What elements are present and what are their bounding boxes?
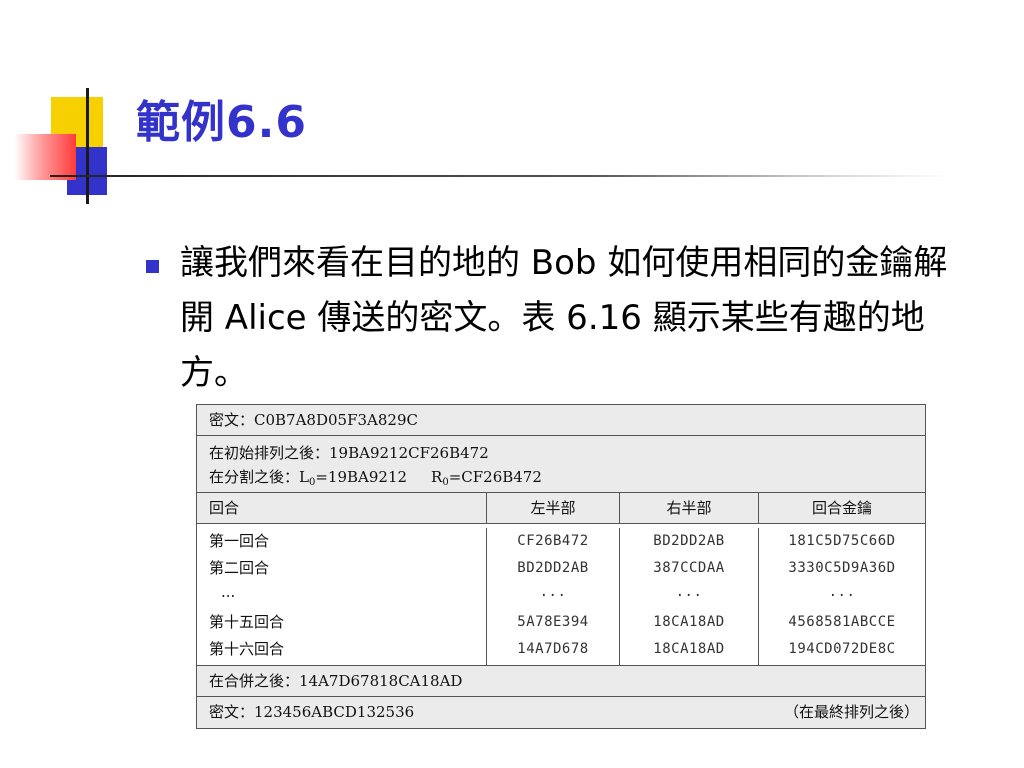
ciphertext-row: 密文：C0B7A8D05F3A829C [197, 405, 925, 436]
final-plaintext-row: 密文：123456ABCD132536 （在最終排列之後） [197, 697, 925, 728]
r0-value: =CF26B472 [448, 468, 542, 486]
initial-permutation-row: 在初始排列之後：19BA9212CF26B472 在分割之後：L0=19BA92… [197, 436, 925, 493]
round-key-ellipsis: ... [828, 584, 856, 600]
header-round-key: 回合金鑰 [811, 499, 872, 517]
round-key-column: 181C5D75C66D 3330C5D9A36D ... 4568581ABC… [759, 528, 925, 665]
right-half-value: BD2DD2AB [653, 533, 725, 549]
round-name: 第十六回合 [209, 640, 285, 658]
ciphertext-text: 密文：C0B7A8D05F3A829C [209, 411, 418, 429]
left-half-value: CF26B472 [517, 533, 589, 549]
round-key-value: 181C5D75C66D [788, 533, 896, 549]
round-key-value: 194CD072DE8C [788, 641, 896, 657]
l0-value: =19BA9212 [315, 468, 408, 486]
round-name: 第一回合 [209, 532, 270, 550]
header-left-half: 左半部 [487, 493, 620, 523]
after-split: 在分割之後：L0=19BA9212 R0=CF26B472 [209, 465, 925, 489]
vertical-rule [86, 88, 89, 204]
final-permutation-note: （在最終排列之後） [783, 703, 919, 721]
round-key-value: 3330C5D9A36D [788, 560, 896, 576]
header-round: 回合 [197, 493, 487, 523]
split-prefix: 在分割之後：L [209, 468, 309, 486]
right-half-value: 18CA18AD [653, 614, 725, 630]
left-half-value: BD2DD2AB [517, 560, 589, 576]
left-half-column: CF26B472 BD2DD2AB ... 5A78E394 14A7D678 [487, 528, 620, 665]
right-half-ellipsis: ... [675, 584, 703, 600]
final-plaintext-text: 密文：123456ABCD132536 [209, 703, 415, 721]
after-combine-text: 在合併之後：14A7D67818CA18AD [209, 672, 463, 690]
bullet-square-icon [146, 260, 159, 273]
left-half-value: 14A7D678 [517, 641, 589, 657]
right-half-value: 18CA18AD [653, 641, 725, 657]
header-right-half: 右半部 [620, 493, 759, 523]
red-gradient-decoration [14, 134, 76, 180]
round-name: 第十五回合 [209, 613, 285, 631]
table-header-row: 回合 左半部 右半部 回合金鑰 [197, 493, 925, 524]
slide-title: 範例6.6 [136, 97, 307, 148]
des-decryption-table: 密文：C0B7A8D05F3A829C 在初始排列之後：19BA9212CF26… [196, 404, 926, 729]
left-half-ellipsis: ... [539, 584, 567, 600]
bullet-text: 讓我們來看在目的地的 Bob 如何使用相同的金鑰解開 Alice 傳送的密文。表… [180, 243, 948, 393]
left-half-value: 5A78E394 [517, 614, 589, 630]
round-name-ellipsis: ... [221, 583, 236, 601]
rounds-data-row: 第一回合 第二回合 ... 第十五回合 第十六回合 CF26B472 BD2DD… [197, 524, 925, 666]
after-combine-row: 在合併之後：14A7D67818CA18AD [197, 666, 925, 697]
title-underline [50, 175, 950, 177]
right-half-column: BD2DD2AB 387CCDAA ... 18CA18AD 18CA18AD [620, 528, 759, 665]
round-names-column: 第一回合 第二回合 ... 第十五回合 第十六回合 [197, 528, 487, 665]
right-half-value: 387CCDAA [653, 560, 725, 576]
r0-prefix: R [431, 468, 443, 486]
round-name: 第二回合 [209, 559, 270, 577]
after-initial-permutation: 在初始排列之後：19BA9212CF26B472 [209, 444, 489, 462]
round-key-value: 4568581ABCCE [788, 614, 896, 630]
